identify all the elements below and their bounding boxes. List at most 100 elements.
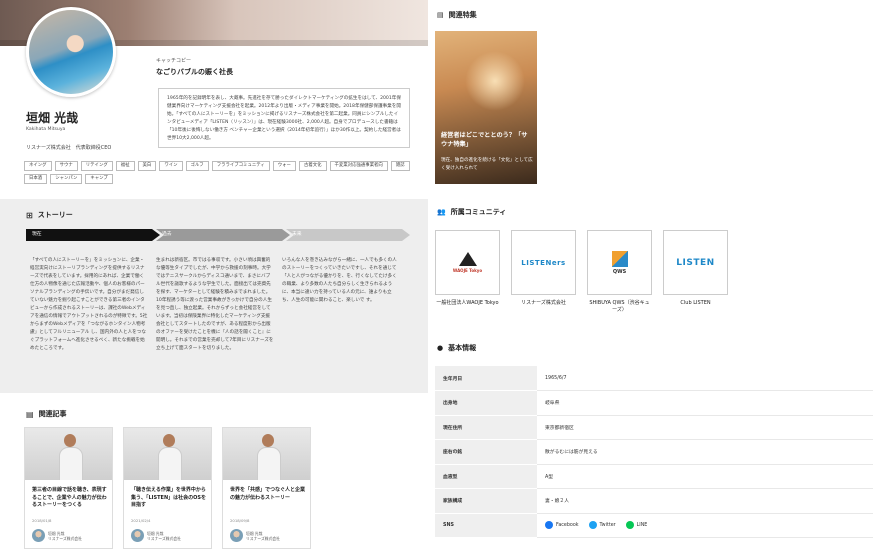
timeline-step-label: 現在 — [32, 232, 42, 237]
waoje-logo-icon — [458, 252, 477, 266]
person-role: リスナーズ株式会社 代表取締役CEO — [26, 145, 112, 151]
sidebar: ▤ 関連特集 経営者はどこでととのう？「サウナ特集」 現在、独自の進化を続ける「… — [428, 0, 895, 552]
info-label: 現在住所 — [435, 415, 537, 440]
article-date: 2018/01/8 — [32, 518, 52, 523]
twitter-label: Twitter — [599, 522, 616, 528]
profile-column: キャッチコピー なごりバブルの賑く社長 1965年的を記録明年を表し、大蔵事。先… — [0, 0, 428, 552]
author-company: リスナーズ株式会社 — [48, 535, 82, 541]
catch-copy: なごりバブルの賑く社長 — [156, 68, 233, 76]
story-heading-label: ストーリー — [37, 211, 73, 219]
tag[interactable]: 日本酒 — [24, 174, 48, 184]
tag[interactable]: 古着文化 — [298, 161, 327, 171]
tag[interactable]: ゴルフ — [185, 161, 209, 171]
person-name: 垣畑 光哉 — [26, 111, 79, 125]
tag[interactable]: 美白 — [137, 161, 157, 171]
tag[interactable]: リテイング — [80, 161, 113, 171]
info-label: 座右の銘 — [435, 439, 537, 465]
author-avatar — [32, 529, 45, 542]
article-author: 垣畑 光哉 リスナーズ株式会社 — [32, 529, 82, 542]
twitter-link[interactable]: Twitter — [588, 521, 616, 530]
tag[interactable]: 千変業対応強通事業者向 — [329, 161, 388, 171]
basic-info-table: 生年月日 1965/6/7 出身地 岐阜県 現在住所 東京都新宿区 座右の銘 散がるむに… — [435, 366, 873, 538]
community-item[interactable]: WAOJE Tokyo 一般社団法人WAOJE Tokyo — [435, 230, 500, 314]
article-author: 垣畑 光哉 リスナーズ株式会社 — [230, 529, 280, 542]
author-avatar — [230, 529, 243, 542]
tag-list: ネイング サウナ リテイング 福祉 美白 ワイン ゴルフ フラライブコミュニティ… — [24, 161, 414, 184]
timeline-step-label: 過去 — [162, 232, 172, 237]
avatar — [26, 7, 116, 97]
community-icon: 👥 — [437, 208, 446, 216]
article-thumbnail — [25, 428, 112, 480]
article-thumbnail — [223, 428, 310, 480]
basic-info-heading: ● 基本情報 — [437, 343, 476, 353]
info-value: A型 — [537, 464, 873, 489]
timeline-step-present[interactable]: 現在 — [26, 229, 160, 241]
info-row: 現在住所 東京都新宿区 — [435, 415, 873, 440]
author-company: リスナーズ株式会社 — [246, 535, 280, 541]
tag[interactable]: 福祉 — [115, 161, 135, 171]
story-column-past: 生まれは新宿区。市ではる事収です。小さい頃は興奮的な優等生タイプでしたが、中学か… — [156, 258, 274, 351]
community-logo: WAOJE Tokyo — [435, 230, 500, 295]
community-item[interactable]: LISTENers リスナーズ株式会社 — [511, 230, 576, 314]
feature-card[interactable]: 経営者はどこでととのう？「サウナ特集」 現在、独自の進化を続ける「文化」として広… — [435, 31, 537, 184]
line-icon — [625, 521, 634, 530]
facebook-label: Facebook — [556, 522, 579, 528]
article-author: 垣畑 光哉 リスナーズ株式会社 — [131, 529, 181, 542]
qws-logo-icon — [611, 250, 628, 267]
tag[interactable]: 雑誌 — [390, 161, 410, 171]
story-column-present: 「すべての人にストーリーを」をミッションに、企業・経営実向けにストーリブランディ… — [30, 258, 148, 351]
feature-subtitle: 現在、独自の進化を続ける「文化」として広く受け入れられて — [441, 158, 533, 171]
story-icon: ⊞ — [26, 210, 33, 220]
author-company: リスナーズ株式会社 — [147, 535, 181, 541]
tag[interactable]: ネイング — [24, 161, 52, 171]
article-icon: ▤ — [26, 409, 34, 419]
article-title: 世界を「共感」でつなぐ人と企業の魅力が伝わるストーリー — [230, 487, 306, 501]
article-card[interactable]: 世界を「共感」でつなぐ人と企業の魅力が伝わるストーリー 2018/09/8 垣畑… — [222, 427, 311, 549]
line-link[interactable]: LINE — [625, 521, 647, 530]
related-articles-heading-label: 関連記事 — [38, 410, 67, 418]
timeline-step-future[interactable]: 未来 — [286, 229, 410, 241]
info-row: 家族構成 妻・娘２人 — [435, 488, 873, 514]
feature-icon: ▤ — [437, 11, 444, 19]
info-row: 血液型 A型 — [435, 464, 873, 489]
twitter-icon — [588, 521, 597, 530]
story-timeline: 現在 過去 未来 — [26, 229, 410, 241]
sns-links: Facebook Twitter LINE — [537, 513, 873, 538]
tag[interactable]: シャンパン — [50, 174, 83, 184]
community-name: SHIBUYA QWS（渋谷キューズ） — [589, 300, 650, 313]
article-title: 「聴き伝える作業」を世界中から集う、「LISTEN」は社会のOSを目指す — [131, 487, 207, 508]
tag[interactable]: キャンプ — [85, 174, 113, 184]
article-list: 第三者の目線で話を聴き、表現することで、企業や人の魅力が伝わるストーリーをつくる… — [24, 427, 311, 549]
community-logo: QWS — [587, 230, 652, 295]
tag[interactable]: ワイン — [159, 161, 183, 171]
community-item[interactable]: LISTEN Club LISTEN — [663, 230, 728, 314]
info-label: 血液型 — [435, 464, 537, 489]
facebook-link[interactable]: Facebook — [545, 521, 579, 530]
info-value: 散がるむには筋が見える — [537, 439, 873, 465]
info-label: 家族構成 — [435, 488, 537, 514]
feature-heading-label: 関連特集 — [448, 11, 477, 19]
timeline-step-past[interactable]: 過去 — [156, 229, 290, 241]
article-date: 2021/02/4 — [131, 518, 151, 523]
community-logo-text: WAOJE Tokyo — [452, 268, 483, 273]
tag[interactable]: ウォー — [272, 161, 296, 171]
community-item[interactable]: QWS SHIBUYA QWS（渋谷キューズ） — [587, 230, 652, 314]
info-value: 1965/6/7 — [537, 366, 873, 391]
person-romaji: Kakihata Mitsuya — [26, 127, 66, 132]
community-name: リスナーズ株式会社 — [521, 300, 566, 306]
info-value: 岐阜県 — [537, 390, 873, 416]
article-card[interactable]: 「聴き伝える作業」を世界中から集う、「LISTEN」は社会のOSを目指す 202… — [123, 427, 212, 549]
feature-title: 経営者はどこでととのう？「サウナ特集」 — [441, 132, 528, 148]
community-name: Club LISTEN — [680, 300, 711, 306]
tag[interactable]: フラライブコミュニティ — [211, 161, 270, 171]
community-logo-text: LISTENers — [521, 258, 566, 267]
article-thumbnail — [124, 428, 211, 480]
community-logo-text: LISTEN — [676, 257, 715, 268]
article-date: 2018/09/8 — [230, 518, 250, 523]
related-articles-heading: ▤ 関連記事 — [26, 409, 67, 419]
story-heading: ⊞ ストーリー — [26, 210, 73, 220]
tag[interactable]: サウナ — [54, 161, 78, 171]
article-card[interactable]: 第三者の目線で話を聴き、表現することで、企業や人の魅力が伝わるストーリーをつくる… — [24, 427, 113, 549]
info-value: 妻・娘２人 — [537, 488, 873, 514]
community-name: 一般社団法人WAOJE Tokyo — [436, 300, 499, 306]
